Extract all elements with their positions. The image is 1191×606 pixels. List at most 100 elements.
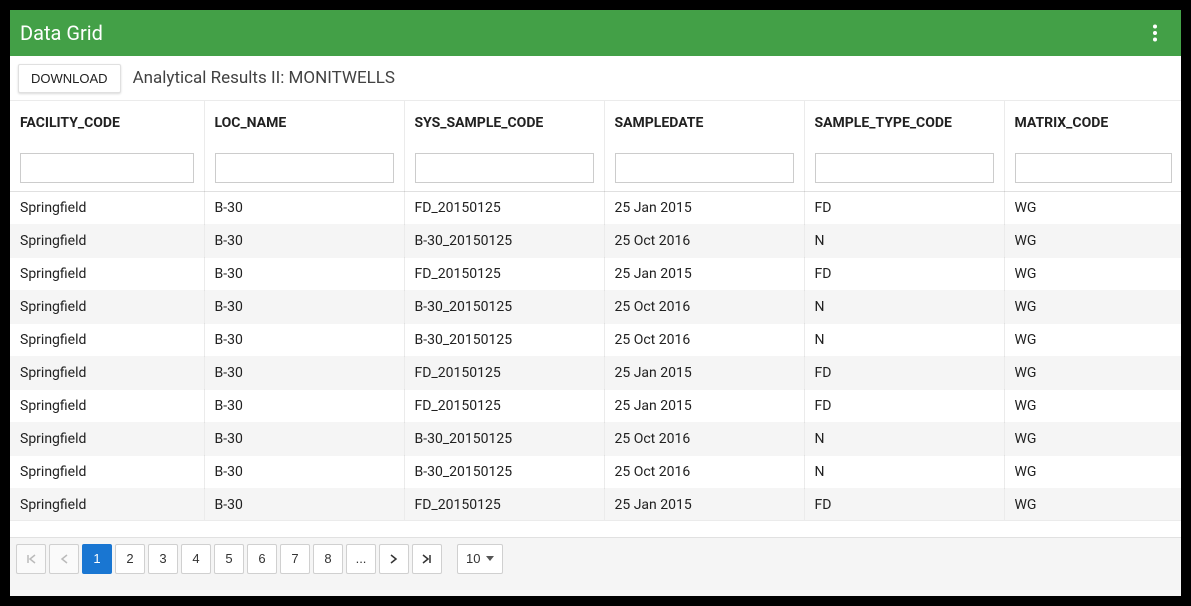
cell-sampledate: 25 Jan 2015: [604, 356, 804, 389]
cell-sampledate: 25 Oct 2016: [604, 323, 804, 356]
page-size-select[interactable]: 10: [457, 544, 503, 574]
cell-sample_type_code: N: [804, 290, 1004, 323]
outer-horizontal-scrollbar[interactable]: [10, 579, 1181, 596]
cell-loc_name: B-30: [204, 488, 404, 520]
cell-matrix_code: WG: [1004, 455, 1181, 488]
pager-prev-button[interactable]: [49, 544, 79, 574]
pager-page-8[interactable]: 8: [313, 544, 343, 574]
filter-sys-sample-code[interactable]: [415, 153, 594, 183]
cell-facility_code: Springfield: [10, 224, 204, 257]
cell-sys_sample_code: B-30_20150125: [404, 422, 604, 455]
cell-loc_name: B-30: [204, 422, 404, 455]
cell-loc_name: B-30: [204, 191, 404, 224]
cell-sys_sample_code: FD_20150125: [404, 257, 604, 290]
cell-sys_sample_code: B-30_20150125: [404, 323, 604, 356]
filter-matrix-code[interactable]: [1015, 153, 1172, 183]
filter-loc-name[interactable]: [215, 153, 394, 183]
pager-page-7[interactable]: 7: [280, 544, 310, 574]
cell-matrix_code: WG: [1004, 323, 1181, 356]
page-first-icon: [25, 553, 37, 565]
col-header-matrix-code[interactable]: MATRIX_CODE: [1004, 101, 1181, 145]
grid-subtitle: Analytical Results II: MONITWELLS: [133, 68, 395, 88]
cell-matrix_code: WG: [1004, 488, 1181, 520]
cell-sys_sample_code: FD_20150125: [404, 389, 604, 422]
cell-sampledate: 25 Jan 2015: [604, 389, 804, 422]
table-row[interactable]: SpringfieldB-30FD_2015012525 Jan 2015FDW…: [10, 488, 1181, 520]
col-header-facility-code[interactable]: FACILITY_CODE: [10, 101, 204, 145]
cell-sys_sample_code: FD_20150125: [404, 191, 604, 224]
pager-first-button[interactable]: [16, 544, 46, 574]
cell-facility_code: Springfield: [10, 257, 204, 290]
table-row[interactable]: SpringfieldB-30B-30_2015012525 Oct 2016N…: [10, 290, 1181, 323]
col-header-loc-name[interactable]: LOC_NAME: [204, 101, 404, 145]
pager-page-4[interactable]: 4: [181, 544, 211, 574]
cell-sample_type_code: FD: [804, 257, 1004, 290]
col-header-sampledate[interactable]: SAMPLEDATE: [604, 101, 804, 145]
cell-facility_code: Springfield: [10, 389, 204, 422]
cell-sys_sample_code: FD_20150125: [404, 356, 604, 389]
chevron-right-icon: [389, 553, 399, 565]
cell-sys_sample_code: B-30_20150125: [404, 290, 604, 323]
cell-matrix_code: WG: [1004, 257, 1181, 290]
cell-sampledate: 25 Jan 2015: [604, 191, 804, 224]
table-row[interactable]: SpringfieldB-30FD_2015012525 Jan 2015FDW…: [10, 191, 1181, 224]
panel-header: Data Grid: [10, 10, 1181, 56]
filter-facility-code[interactable]: [20, 153, 194, 183]
download-button[interactable]: DOWNLOAD: [18, 64, 121, 93]
header-row: FACILITY_CODE LOC_NAME SYS_SAMPLE_CODE S…: [10, 101, 1181, 145]
cell-facility_code: Springfield: [10, 191, 204, 224]
table-row[interactable]: SpringfieldB-30FD_2015012525 Jan 2015FDW…: [10, 257, 1181, 290]
cell-sample_type_code: FD: [804, 389, 1004, 422]
cell-sampledate: 25 Oct 2016: [604, 290, 804, 323]
table-row[interactable]: SpringfieldB-30FD_2015012525 Jan 2015FDW…: [10, 389, 1181, 422]
caret-down-icon: [486, 556, 494, 561]
cell-sampledate: 25 Oct 2016: [604, 455, 804, 488]
pager-page-3[interactable]: 3: [148, 544, 178, 574]
table-row[interactable]: SpringfieldB-30B-30_2015012525 Oct 2016N…: [10, 224, 1181, 257]
cell-facility_code: Springfield: [10, 488, 204, 520]
pager-page-2[interactable]: 2: [115, 544, 145, 574]
pager-last-button[interactable]: [412, 544, 442, 574]
cell-sys_sample_code: B-30_20150125: [404, 455, 604, 488]
pager-ellipsis[interactable]: ...: [346, 544, 376, 574]
cell-sample_type_code: FD: [804, 356, 1004, 389]
pager-page-6[interactable]: 6: [247, 544, 277, 574]
panel-title: Data Grid: [20, 21, 103, 45]
cell-sys_sample_code: FD_20150125: [404, 488, 604, 520]
filter-row: [10, 145, 1181, 191]
cell-sample_type_code: FD: [804, 488, 1004, 520]
cell-matrix_code: WG: [1004, 422, 1181, 455]
chevron-left-icon: [59, 553, 69, 565]
pager-next-button[interactable]: [379, 544, 409, 574]
table-row[interactable]: SpringfieldB-30B-30_2015012525 Oct 2016N…: [10, 323, 1181, 356]
more-vert-icon[interactable]: [1143, 21, 1167, 45]
cell-sys_sample_code: B-30_20150125: [404, 224, 604, 257]
cell-facility_code: Springfield: [10, 422, 204, 455]
cell-facility_code: Springfield: [10, 323, 204, 356]
cell-loc_name: B-30: [204, 455, 404, 488]
filter-sampledate[interactable]: [615, 153, 794, 183]
col-header-sys-sample-code[interactable]: SYS_SAMPLE_CODE: [404, 101, 604, 145]
cell-loc_name: B-30: [204, 323, 404, 356]
cell-loc_name: B-30: [204, 389, 404, 422]
table-row[interactable]: SpringfieldB-30B-30_2015012525 Oct 2016N…: [10, 455, 1181, 488]
page-last-icon: [421, 553, 433, 565]
table-row[interactable]: SpringfieldB-30B-30_2015012525 Oct 2016N…: [10, 422, 1181, 455]
filter-sample-type-code[interactable]: [815, 153, 994, 183]
col-header-sample-type-code[interactable]: SAMPLE_TYPE_CODE: [804, 101, 1004, 145]
cell-facility_code: Springfield: [10, 455, 204, 488]
cell-sample_type_code: N: [804, 323, 1004, 356]
toolbar: DOWNLOAD Analytical Results II: MONITWEL…: [10, 56, 1181, 100]
cell-sampledate: 25 Oct 2016: [604, 422, 804, 455]
cell-matrix_code: WG: [1004, 290, 1181, 323]
cell-matrix_code: WG: [1004, 389, 1181, 422]
cell-loc_name: B-30: [204, 257, 404, 290]
cell-sampledate: 25 Oct 2016: [604, 224, 804, 257]
grid-body: FACILITY_CODE LOC_NAME SYS_SAMPLE_CODE S…: [10, 101, 1181, 520]
pager-page-1[interactable]: 1: [82, 544, 112, 574]
table-row[interactable]: SpringfieldB-30FD_2015012525 Jan 2015FDW…: [10, 356, 1181, 389]
grid-horizontal-scrollbar[interactable]: [10, 520, 1181, 537]
pager-page-5[interactable]: 5: [214, 544, 244, 574]
cell-loc_name: B-30: [204, 356, 404, 389]
cell-matrix_code: WG: [1004, 224, 1181, 257]
